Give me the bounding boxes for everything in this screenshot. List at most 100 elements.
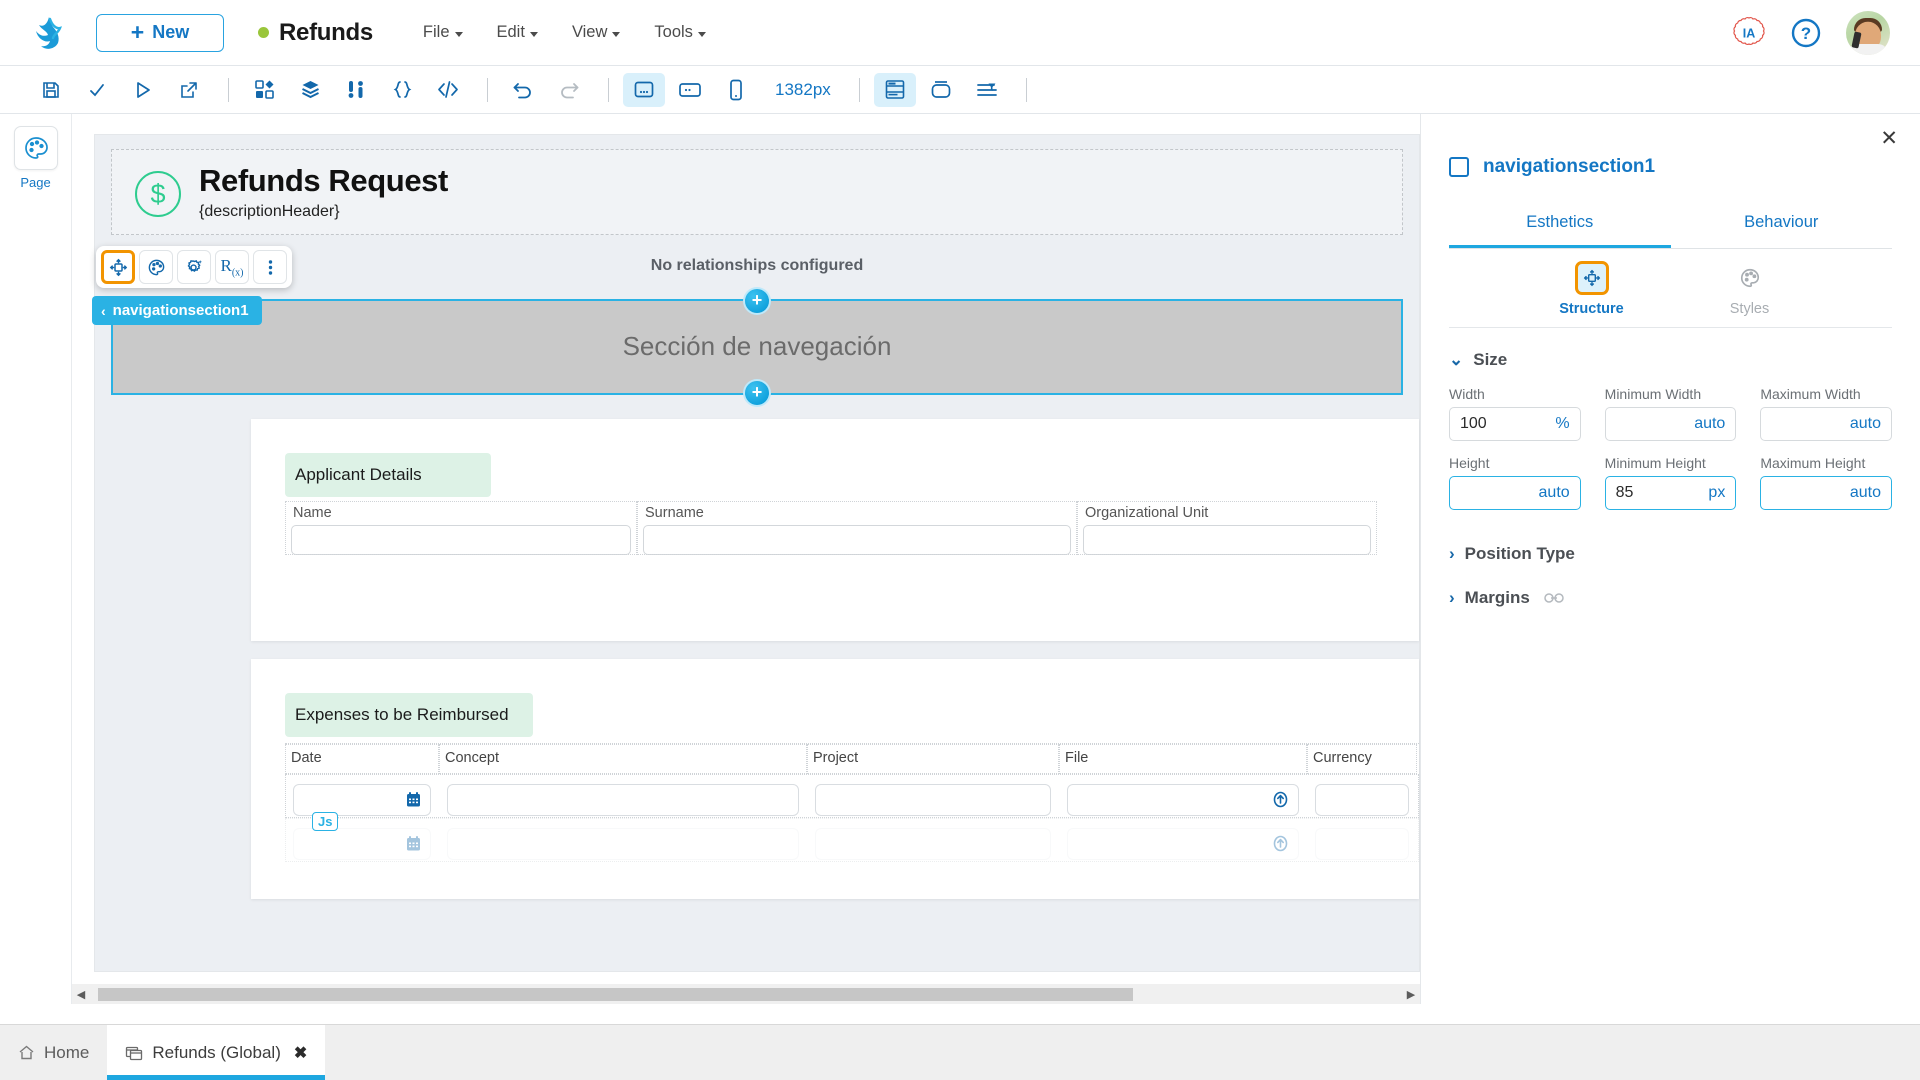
height-input[interactable]: auto (1449, 476, 1581, 510)
min-height-input[interactable]: 85 px (1604, 476, 1737, 510)
cell-currency[interactable] (1307, 826, 1417, 862)
component-checkbox[interactable] (1449, 157, 1469, 177)
ia-badge-icon[interactable]: IA (1732, 16, 1766, 50)
toolbar-divider (608, 77, 609, 102)
file-upload-input[interactable] (1067, 783, 1299, 816)
redo-icon[interactable] (548, 73, 590, 107)
add-below-handle[interactable]: + (745, 380, 769, 405)
chevron-down-icon (697, 31, 706, 37)
tablet-view-icon[interactable] (669, 73, 711, 107)
js-chip[interactable]: Js (312, 812, 339, 831)
cell-concept[interactable] (439, 826, 807, 862)
styles-palette-icon[interactable] (139, 250, 173, 284)
more-vertical-icon[interactable] (253, 250, 287, 284)
cell-currency[interactable] (1307, 782, 1417, 818)
subtab-styles[interactable]: Styles (1707, 261, 1793, 317)
left-rail: Page (0, 114, 72, 1004)
frog-logo-icon[interactable] (16, 13, 82, 53)
table-row[interactable] (285, 817, 1419, 862)
sidebar-item-page[interactable]: Page (13, 126, 58, 190)
page-layout-icon[interactable] (873, 72, 916, 107)
scrollbar-track[interactable] (90, 987, 1402, 1001)
name-field-group[interactable]: Name (285, 500, 637, 555)
org-unit-input[interactable] (1083, 524, 1371, 555)
cell-concept[interactable] (439, 782, 807, 818)
canvas-horizontal-scrollbar[interactable]: ◀ ▶ (72, 984, 1420, 1004)
tab-behaviour[interactable]: Behaviour (1671, 200, 1893, 248)
date-input[interactable] (293, 783, 431, 816)
cell-project[interactable] (807, 826, 1059, 862)
json-braces-icon[interactable] (381, 73, 423, 107)
layers-icon[interactable] (289, 73, 331, 107)
scroll-right-arrow[interactable]: ▶ (1402, 988, 1420, 1001)
date-input[interactable] (293, 827, 431, 860)
save-icon[interactable] (30, 73, 72, 107)
currency-input[interactable] (1315, 827, 1409, 860)
cell-date[interactable] (285, 782, 439, 818)
home-icon (19, 1045, 34, 1060)
expenses-card[interactable]: Expenses to be Reimbursed Date Concept P… (251, 658, 1419, 899)
menu-tools[interactable]: Tools (654, 23, 706, 42)
cell-project[interactable] (807, 782, 1059, 818)
col-concept: Concept (439, 743, 807, 774)
concept-input[interactable] (447, 827, 799, 860)
surname-field-group[interactable]: Surname (637, 500, 1077, 555)
subtab-structure[interactable]: Structure (1549, 261, 1635, 317)
undo-icon[interactable] (502, 73, 544, 107)
avatar[interactable] (1846, 10, 1890, 55)
cell-file[interactable] (1059, 826, 1307, 862)
max-height-input[interactable]: auto (1760, 476, 1892, 510)
tab-refunds-global[interactable]: Refunds (Global) ✖ (107, 1025, 326, 1080)
width-input[interactable]: 100 % (1449, 407, 1581, 441)
tab-esthetics[interactable]: Esthetics (1449, 200, 1671, 248)
filter-lines-icon[interactable] (966, 73, 1008, 107)
add-above-handle[interactable]: + (745, 288, 769, 313)
applicant-details-card[interactable]: Applicant Details Name Surname Organizat… (251, 418, 1419, 641)
project-input[interactable] (815, 827, 1051, 860)
cell-date[interactable] (285, 826, 439, 862)
settings-gear-icon[interactable] (177, 250, 211, 284)
canvas-header-subtitle: {descriptionHeader} (199, 202, 340, 220)
cell-file[interactable] (1059, 782, 1307, 818)
viewport-width-value[interactable]: 1382px (775, 80, 831, 100)
project-input[interactable] (815, 783, 1051, 816)
table-row[interactable] (285, 773, 1419, 818)
size-section-header[interactable]: ⌄ Size (1449, 350, 1892, 370)
help-question-icon[interactable]: ? (1790, 17, 1822, 49)
variables-icon[interactable] (335, 73, 377, 107)
code-brackets-icon[interactable] (427, 73, 469, 107)
navigation-section[interactable]: + Sección de navegación + (111, 288, 1403, 405)
rules-rx-icon[interactable]: R(x) (215, 250, 249, 284)
file-upload-input[interactable] (1067, 827, 1299, 860)
container-icon[interactable] (920, 73, 962, 107)
menu-view[interactable]: View (572, 23, 621, 42)
selection-badge[interactable]: ‹ navigationsection1 (92, 296, 262, 325)
menu-edit[interactable]: Edit (497, 23, 538, 42)
tab-home[interactable]: Home (0, 1025, 107, 1080)
run-play-icon[interactable] (122, 73, 164, 107)
mobile-view-icon[interactable] (715, 73, 757, 107)
currency-input[interactable] (1315, 783, 1409, 816)
org-unit-field-group[interactable]: Organizational Unit (1077, 500, 1377, 555)
components-grid-icon[interactable] (243, 73, 285, 107)
structure-move-icon[interactable] (101, 250, 135, 284)
close-icon[interactable]: ✖ (294, 1043, 307, 1063)
validate-check-icon[interactable] (76, 73, 118, 107)
new-button[interactable]: + New (96, 13, 224, 52)
scroll-left-arrow[interactable]: ◀ (72, 988, 90, 1001)
concept-input[interactable] (447, 783, 799, 816)
menu-file[interactable]: File (423, 23, 463, 42)
canvas-page: $ Refunds Request {descriptionHeader} No… (94, 134, 1420, 972)
link-icon[interactable] (1544, 592, 1564, 604)
page-header-section[interactable]: $ Refunds Request {descriptionHeader} (111, 149, 1403, 235)
position-type-section-header[interactable]: › Position Type (1449, 544, 1892, 564)
max-width-input[interactable]: auto (1760, 407, 1892, 441)
margins-section-header[interactable]: › Margins (1449, 588, 1892, 608)
name-input[interactable] (291, 524, 631, 555)
close-icon[interactable]: ✕ (1880, 126, 1898, 151)
min-width-input[interactable]: auto (1604, 407, 1737, 441)
deploy-share-icon[interactable] (168, 73, 210, 107)
scrollbar-thumb[interactable] (98, 988, 1133, 1001)
surname-input[interactable] (643, 524, 1071, 555)
desktop-view-icon[interactable] (623, 72, 665, 107)
